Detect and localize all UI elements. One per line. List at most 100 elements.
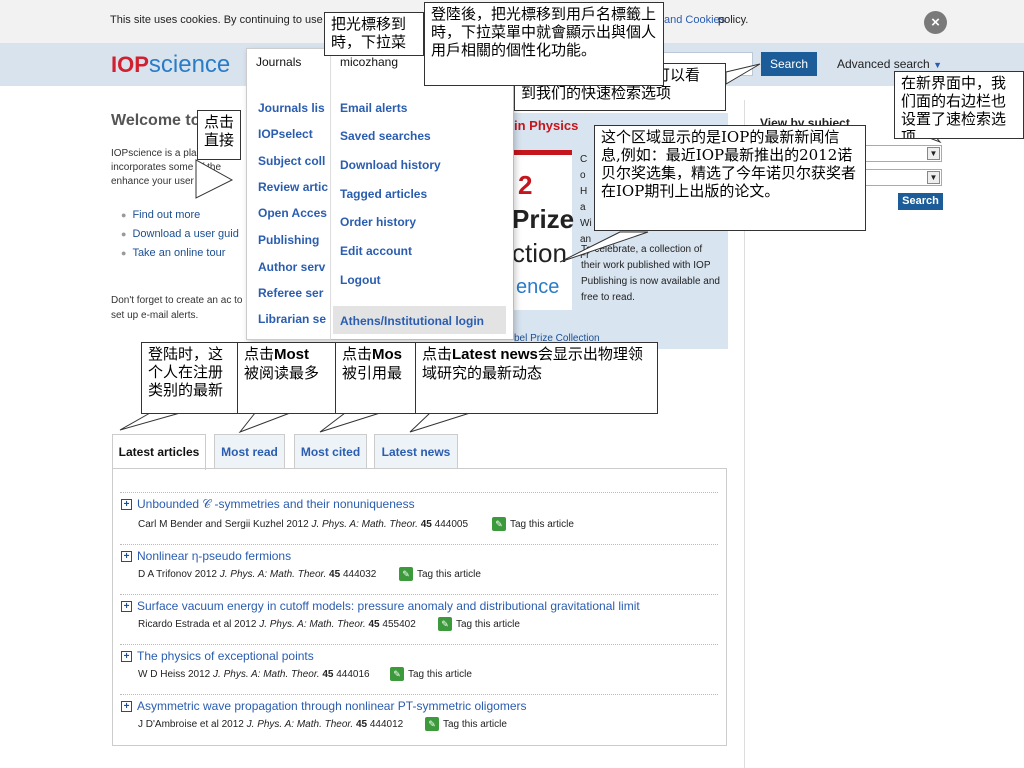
- callout-quick-search-b: 到我们的快速检索选项: [521, 84, 672, 102]
- callout-most-cited-c: 被引用最: [342, 364, 403, 382]
- article-title[interactable]: Nonlinear η-pseudo fermions: [137, 549, 291, 563]
- account-reminder: Don't forget to create an ac to set up e…: [111, 295, 243, 321]
- tag-article-link[interactable]: Tag this article: [417, 569, 481, 580]
- callout-most-cited: 点击Mos 被引用最: [335, 342, 421, 414]
- article-journal: J. Phys. A: Math. Theor.: [213, 669, 320, 680]
- menu-item-logout[interactable]: Logout: [340, 273, 381, 287]
- tag-article-link[interactable]: Tag this article: [443, 719, 507, 730]
- callout-most-cited-a: 点击: [342, 345, 373, 363]
- menu-item-email-alerts[interactable]: Email alerts: [340, 101, 407, 115]
- article-volume: 45: [329, 569, 341, 580]
- article-authors: W D Heiss 2012: [138, 669, 211, 680]
- tag-article-link[interactable]: Tag this article: [408, 669, 472, 680]
- expand-icon[interactable]: +: [121, 601, 132, 612]
- callout-latest-news-a: 点击: [422, 345, 453, 363]
- callout-user-menu: 登陸後，把光標移到用戶名標籤上時，下拉菜單中就會顯示出與個人用戶相關的個性化功能…: [424, 2, 664, 86]
- article-number: 444005: [434, 519, 469, 530]
- menu-item-saved-searches[interactable]: Saved searches: [340, 129, 431, 143]
- callout-hover-b: 時，下拉菜: [331, 33, 407, 51]
- article-meta: D A Trifonov 2012 J. Phys. A: Math. Theo…: [138, 569, 376, 580]
- menu-item-edit-account[interactable]: Edit account: [340, 244, 412, 258]
- callout-latest-news-b: Latest news: [452, 346, 538, 363]
- user-menu-label[interactable]: micozhang: [340, 55, 398, 69]
- article-title[interactable]: Asymmetric wave propagation through nonl…: [137, 699, 527, 713]
- search-button[interactable]: Search: [761, 52, 817, 76]
- tag-icon[interactable]: ✎: [438, 617, 452, 631]
- article-volume: 45: [420, 519, 432, 530]
- expand-icon[interactable]: +: [121, 701, 132, 712]
- close-icon[interactable]: ×: [924, 11, 947, 34]
- feature-title: in Physics: [514, 118, 579, 133]
- menu-item-subject-collections[interactable]: Subject coll: [258, 154, 325, 168]
- menu-item-publishing[interactable]: Publishing: [258, 233, 319, 247]
- article-meta: Ricardo Estrada et al 2012 J. Phys. A: M…: [138, 619, 416, 630]
- advanced-search-label: Advanced search: [837, 57, 930, 71]
- banner-science: ence: [516, 276, 560, 298]
- divider: [120, 644, 718, 645]
- banner-prize: Prize: [512, 204, 575, 234]
- menu-item-referee-services[interactable]: Referee ser: [258, 286, 323, 300]
- site-logo[interactable]: IOPscience: [111, 51, 230, 79]
- callout-hover-journals: 把光標移到 時，下拉菜: [324, 12, 424, 56]
- callout-click-b: 直接: [204, 131, 235, 149]
- article-number: 444032: [342, 569, 377, 580]
- feature-description: To celebrate, a collection of their work…: [581, 244, 720, 303]
- tab-most-cited[interactable]: Most cited: [294, 434, 367, 469]
- welcome-title: Welcome to: [111, 112, 201, 129]
- menu-item-iopselect[interactable]: IOPselect: [258, 127, 313, 141]
- cookie-notice-tail: policy.: [718, 14, 749, 26]
- article-title[interactable]: The physics of exceptional points: [137, 649, 314, 663]
- tab-latest-articles[interactable]: Latest articles: [112, 434, 206, 470]
- callout-most-read-b: Most: [274, 346, 310, 363]
- divider: [120, 594, 718, 595]
- sidebar-search-button[interactable]: Search: [898, 193, 943, 210]
- article-journal: J. Phys. A: Math. Theor.: [246, 719, 354, 730]
- menu-item-author-services[interactable]: Author serv: [258, 260, 325, 274]
- callout-latest-news: 点击Latest news会显示出物理领域研究的最新动态: [415, 342, 658, 414]
- online-tour-link[interactable]: Take an online tour: [121, 247, 225, 259]
- logo-iop-text: IOP: [111, 52, 149, 77]
- tab-most-read[interactable]: Most read: [214, 434, 285, 469]
- chevron-down-icon: ▼: [933, 60, 942, 70]
- menu-item-journals-list[interactable]: Journals lis: [258, 101, 325, 115]
- article-meta: W D Heiss 2012 J. Phys. A: Math. Theor. …: [138, 669, 370, 680]
- tag-icon[interactable]: ✎: [492, 517, 506, 531]
- expand-icon[interactable]: +: [121, 499, 132, 510]
- article-authors: Ricardo Estrada et al 2012: [138, 619, 257, 630]
- article-authors: D A Trifonov 2012: [138, 569, 217, 580]
- advanced-search-link[interactable]: Advanced search ▼: [837, 57, 942, 71]
- tag-article-link[interactable]: Tag this article: [510, 519, 574, 530]
- callout-most-read: 点击Most 被阅读最多: [237, 342, 337, 414]
- menu-item-tagged-articles[interactable]: Tagged articles: [340, 187, 427, 201]
- tag-icon[interactable]: ✎: [390, 667, 404, 681]
- menu-item-open-access[interactable]: Open Acces: [258, 206, 327, 220]
- callout-hover-a: 把光標移到: [331, 15, 407, 33]
- article-title[interactable]: Surface vacuum energy in cutoff models: …: [137, 599, 640, 613]
- expand-icon[interactable]: +: [121, 551, 132, 562]
- tag-icon[interactable]: ✎: [399, 567, 413, 581]
- article-number: 444016: [336, 669, 370, 680]
- cookie-notice-text: This site uses cookies. By continuing to…: [110, 14, 343, 26]
- tag-article-link[interactable]: Tag this article: [456, 619, 520, 630]
- menu-item-athens-login[interactable]: Athens/Institutional login: [340, 314, 484, 328]
- article-authors: Carl M Bender and Sergii Kuzhel 2012: [138, 519, 309, 530]
- user-guide-link[interactable]: Download a user guid: [121, 228, 238, 240]
- tag-icon[interactable]: ✎: [425, 717, 439, 731]
- article-number: 455402: [382, 619, 416, 630]
- find-out-more-link[interactable]: Find out more: [121, 209, 200, 221]
- callout-sidebar-search: 在新界面中，我们面的右边栏也设置了速检索选项: [894, 71, 1024, 139]
- menu-item-order-history[interactable]: Order history: [340, 215, 416, 229]
- banner-accent: [514, 150, 572, 155]
- journals-menu-label[interactable]: Journals: [256, 55, 301, 69]
- callout-click-direct: 点击 直接: [197, 110, 241, 160]
- cookie-policy-link[interactable]: and Cookies: [664, 14, 725, 26]
- article-title[interactable]: Unbounded 𝒞 -symmetries and their nonuni…: [137, 497, 415, 512]
- menu-item-librarian-services[interactable]: Librarian se: [258, 312, 326, 326]
- expand-icon[interactable]: +: [121, 651, 132, 662]
- callout-latest-news-area: 这个区域显示的是IOP的最新新闻信息,例如：最近IOP最新推出的2012诺贝尔奖…: [594, 125, 866, 231]
- menu-item-review-articles[interactable]: Review artic: [258, 180, 328, 194]
- callout-click-a: 点击: [204, 113, 235, 131]
- tab-latest-news[interactable]: Latest news: [374, 434, 458, 469]
- article-volume: 45: [322, 669, 334, 680]
- menu-item-download-history[interactable]: Download history: [340, 158, 441, 172]
